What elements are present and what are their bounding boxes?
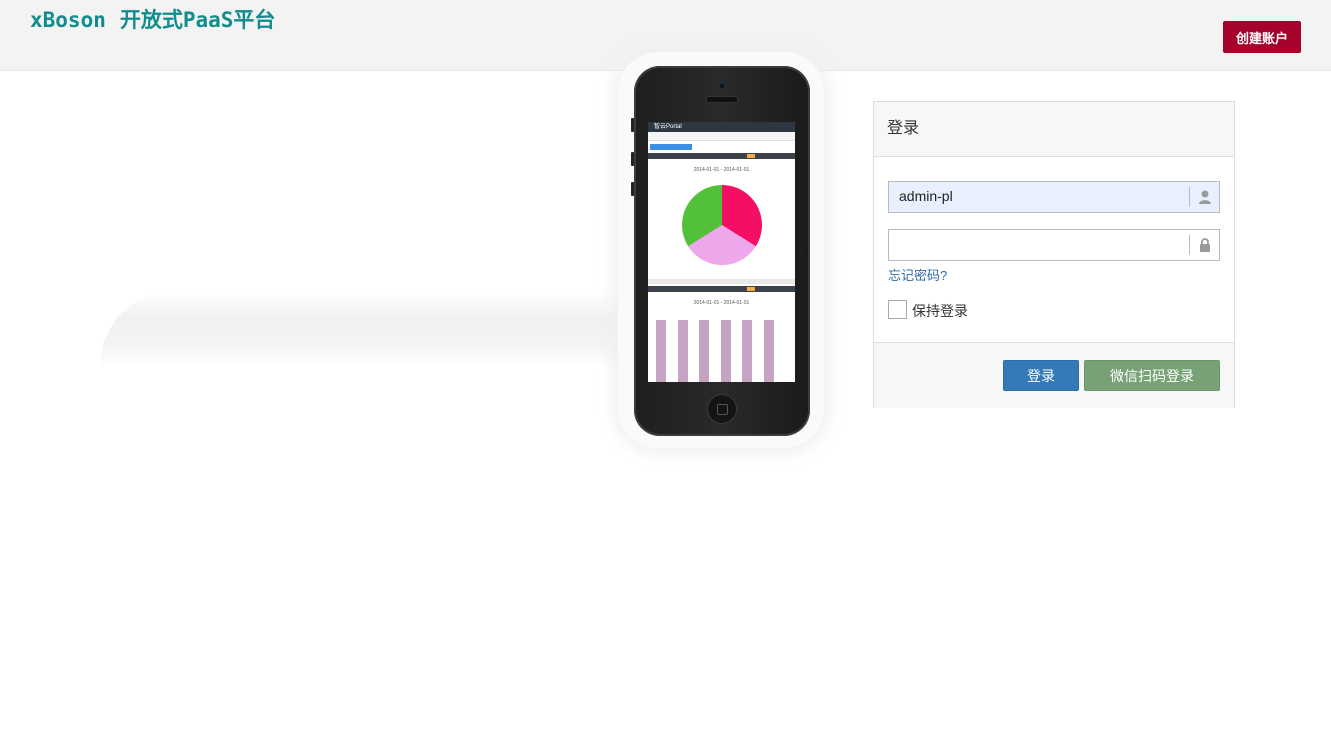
screen-pie-date: 2014-01-01 - 2014-01-01 — [693, 167, 750, 173]
create-account-button[interactable]: 创建账户 — [1223, 21, 1301, 53]
login-footer: 登录 微信扫码登录 — [874, 342, 1234, 408]
brand-subtitle: 开放式PaaS平台 — [119, 8, 276, 32]
user-icon — [1198, 189, 1212, 205]
phone-camera — [718, 82, 726, 90]
screen-tab — [650, 144, 692, 150]
username-separator — [1189, 187, 1190, 207]
forgot-password-link[interactable]: 忘记密码? — [888, 265, 947, 284]
screen-bar-widget: 2014-01-01 - 2014-01-01 — [648, 286, 795, 306]
screen-bar — [699, 320, 709, 382]
screen-pie-chart — [682, 185, 762, 265]
wechat-login-button[interactable]: 微信扫码登录 — [1084, 360, 1220, 391]
screen-bar — [656, 320, 666, 382]
screen-bar — [721, 320, 731, 382]
password-input[interactable] — [889, 230, 1189, 258]
background-streak — [100, 292, 630, 368]
login-button[interactable]: 登录 — [1003, 360, 1079, 391]
screen-bar — [764, 320, 774, 382]
password-separator — [1189, 235, 1190, 255]
screen-divider — [648, 279, 795, 284]
phone-speaker — [706, 96, 738, 103]
brand-name: xBoson — [30, 8, 106, 32]
phone-mockup: 智云Portal 2014-01-01 - 2014-01-01 2014-01… — [631, 66, 810, 436]
remember-me-label[interactable]: 保持登录 — [912, 301, 968, 321]
screen-widget-bar — [648, 153, 795, 159]
lock-icon — [1198, 237, 1212, 253]
login-panel: 登录 忘记密码? 保持登录 登录 微信扫码登录 — [873, 101, 1235, 408]
screen-bar — [742, 320, 752, 382]
screen-bar — [678, 320, 688, 382]
phone-volume-up — [631, 152, 634, 166]
screen-nav — [648, 132, 795, 141]
remember-me-checkbox[interactable] — [888, 300, 907, 319]
screen-widget-bar-2 — [648, 286, 795, 292]
login-title: 登录 — [874, 102, 1234, 157]
brand-logo[interactable]: xBoson 开放式PaaS平台 — [30, 4, 275, 34]
username-input[interactable] — [889, 182, 1189, 210]
phone-mute-switch — [631, 118, 634, 132]
screen-app-title: 智云Portal — [648, 122, 795, 132]
phone-screen: 智云Portal 2014-01-01 - 2014-01-01 2014-01… — [648, 122, 795, 382]
screen-bar-date: 2014-01-01 - 2014-01-01 — [693, 300, 750, 306]
username-field — [888, 181, 1220, 213]
password-field — [888, 229, 1220, 261]
phone-volume-down — [631, 182, 634, 196]
phone-home-button — [707, 394, 737, 424]
